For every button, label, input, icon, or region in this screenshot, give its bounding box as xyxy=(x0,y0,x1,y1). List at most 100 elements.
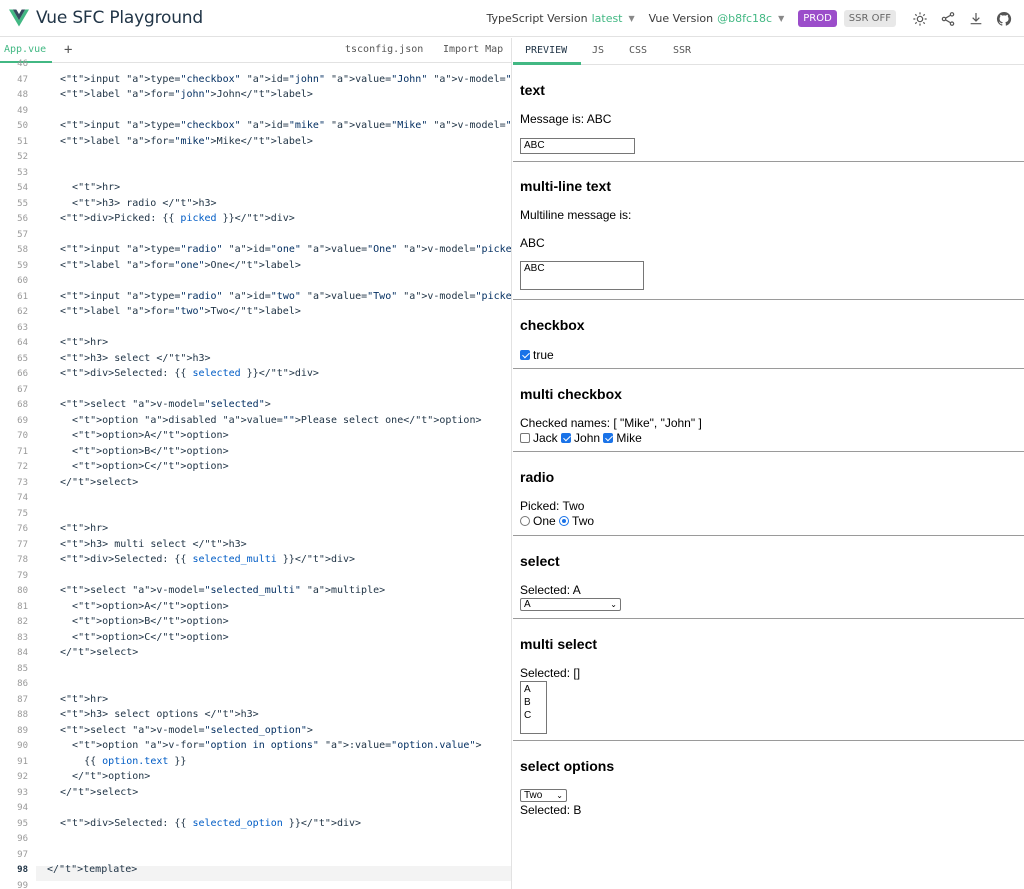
ssr-toggle-button[interactable]: SSR OFF xyxy=(843,10,896,27)
tab-preview[interactable]: PREVIEW xyxy=(525,45,567,56)
code-line: </"t">select> xyxy=(60,647,139,658)
line-number: 75 xyxy=(17,508,28,519)
code-line: <"t">hr> xyxy=(60,523,109,534)
options-select-value: Two xyxy=(524,790,543,801)
line-number: 84 xyxy=(17,648,28,658)
line-number: 60 xyxy=(17,276,28,286)
line-number: 67 xyxy=(17,384,28,395)
line-number: 74 xyxy=(17,493,28,503)
code-line: <"t">label "a">for="two">Two</"t">label> xyxy=(60,306,301,317)
code-line: <"t">select "a">v-model="selected_option… xyxy=(60,724,313,736)
multiline-label: Multiline message is: xyxy=(520,208,632,222)
theme-toggle-button[interactable] xyxy=(906,5,934,33)
line-number: 62 xyxy=(17,307,28,317)
download-button[interactable] xyxy=(962,5,990,33)
prod-toggle-button[interactable]: PROD xyxy=(798,10,837,27)
divider xyxy=(513,535,1024,536)
code-line: <"t">label "a">for="one">One</"t">label> xyxy=(60,259,301,271)
code-line: <"t">select "a">v-model="selected"> xyxy=(60,399,271,410)
typescript-version-label: TypeScript Version xyxy=(486,12,588,25)
code-line: <"t">option>A</"t">option> xyxy=(60,430,229,441)
checkbox-jack[interactable] xyxy=(520,433,530,443)
import-map-tab[interactable]: Import Map xyxy=(443,44,503,55)
line-number: 80 xyxy=(17,586,28,596)
multiline-textarea[interactable]: ABC xyxy=(520,261,644,290)
code-area[interactable]: 46 47 48 49 50 51 52 53 54 55 56 57 58 59 60 61 62 63 64 65… xyxy=(0,59,511,889)
text-message: Message is: ABC xyxy=(520,112,612,126)
code-line: <"t">h3> multi select </"t">h3> xyxy=(60,538,247,550)
heading-text: text xyxy=(520,82,545,98)
heading-multiline: multi-line text xyxy=(520,178,612,194)
line-number: 54 xyxy=(17,183,28,193)
checkbox-toggle[interactable] xyxy=(520,350,530,360)
code-line: <"t">option>C</"t">option> xyxy=(60,461,229,472)
code-line: {{ option.text }} xyxy=(60,755,187,767)
line-number: 49 xyxy=(17,105,28,116)
heading-radio: radio xyxy=(520,469,555,485)
preview-pane: PREVIEW JS CSS SSR text Message is: ABC … xyxy=(513,38,1024,889)
code-line: <"t">h3> radio </"t">h3> xyxy=(60,197,217,209)
line-number: 92 xyxy=(17,772,28,782)
add-file-button[interactable]: + xyxy=(64,42,72,58)
tab-js[interactable]: JS xyxy=(592,45,604,56)
typescript-version-select[interactable]: TypeScript Version latest ▼ xyxy=(486,12,634,25)
line-number: 77 xyxy=(17,539,28,550)
line-number: 59 xyxy=(17,260,28,271)
code-line: <"t">option>A</"t">option> xyxy=(60,600,229,612)
multi-select-listbox[interactable]: A B C xyxy=(520,681,547,734)
listbox-option[interactable]: A xyxy=(524,683,543,696)
heading-checkbox: checkbox xyxy=(520,317,585,333)
checkbox-john[interactable] xyxy=(561,433,572,443)
caret-down-icon: ▼ xyxy=(778,14,785,23)
code-line: <"t">h3> select </"t">h3> xyxy=(60,352,211,364)
divider xyxy=(513,618,1024,619)
tsconfig-tab[interactable]: tsconfig.json xyxy=(345,44,423,55)
line-number: 81 xyxy=(17,601,28,612)
line-number: 71 xyxy=(17,446,28,457)
line-number: 86 xyxy=(17,679,28,689)
multiline-message: ABC xyxy=(520,236,545,250)
tab-ssr[interactable]: SSR xyxy=(673,45,691,56)
label-one: One xyxy=(533,514,556,528)
line-number: 94 xyxy=(17,803,28,813)
share-icon xyxy=(941,11,955,26)
line-number: 65 xyxy=(17,353,28,364)
radio-two[interactable] xyxy=(559,516,570,526)
checked-names: Checked names: [ "Mike", "John" ] xyxy=(520,416,702,430)
code-line: <"t">h3> select options </"t">h3> xyxy=(60,709,259,720)
checkbox-mike[interactable] xyxy=(603,433,614,443)
text-input[interactable]: ABC xyxy=(520,138,635,154)
radio-one[interactable] xyxy=(520,516,530,526)
options-select[interactable]: Two ⌄ xyxy=(520,789,567,802)
line-number: 73 xyxy=(17,477,28,488)
tab-css[interactable]: CSS xyxy=(629,45,647,56)
vue-version-select[interactable]: Vue Version @b8fc18c ▼ xyxy=(649,12,785,25)
line-number: 68 xyxy=(17,400,28,410)
app-title: Vue SFC Playground xyxy=(36,8,203,28)
line-number: 47 xyxy=(17,74,28,85)
line-number: 53 xyxy=(17,167,28,178)
divider xyxy=(513,451,1024,452)
line-number: 72 xyxy=(17,462,28,472)
line-number: 64 xyxy=(17,338,28,348)
code-line: <"t">option "a">disabled "a">value="">Pl… xyxy=(60,414,482,426)
divider xyxy=(513,161,1024,162)
active-tab-indicator xyxy=(513,62,581,65)
line-number: 89 xyxy=(17,725,28,736)
github-link[interactable] xyxy=(990,5,1018,33)
line-number: 46 xyxy=(17,59,28,69)
listbox-option[interactable]: B xyxy=(524,696,543,709)
code-line: </"t">template> xyxy=(47,864,138,875)
options-selected: Selected: B xyxy=(520,803,582,817)
share-button[interactable] xyxy=(934,5,962,33)
vue-version-value: @b8fc18c xyxy=(717,12,773,25)
caret-down-icon: ▼ xyxy=(628,14,635,23)
line-number: 85 xyxy=(17,663,28,674)
top-nav: Vue SFC Playground TypeScript Version la… xyxy=(0,0,1024,37)
code-editor-pane: App.vue + tsconfig.json Import Map 46 47 4… xyxy=(0,38,512,889)
output-tabs: PREVIEW JS CSS SSR xyxy=(513,38,1024,65)
line-number: 87 xyxy=(17,694,28,705)
listbox-option[interactable]: C xyxy=(524,709,543,722)
line-number: 79 xyxy=(17,570,28,581)
single-select[interactable]: A ⌄ xyxy=(520,598,621,611)
